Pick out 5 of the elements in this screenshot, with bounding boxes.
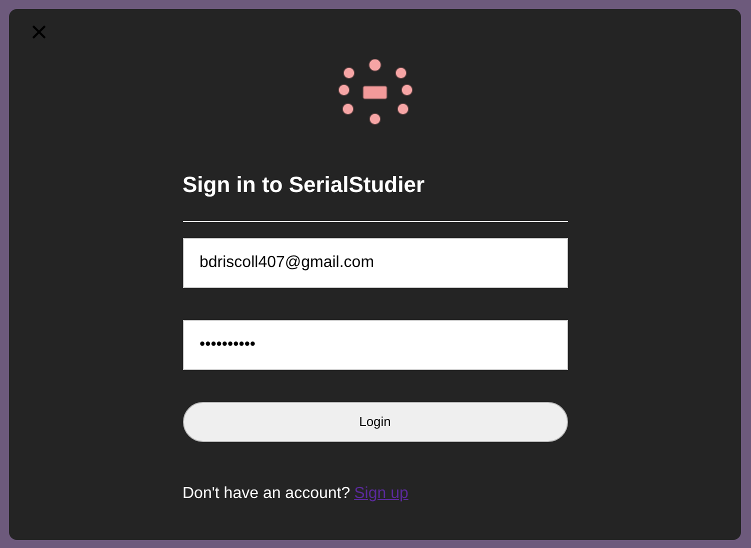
password-field[interactable]: •••••••••• (182, 320, 568, 370)
sign-in-title: Sign in to SerialStudier (182, 171, 426, 199)
signup-prompt: Don't have an account? (182, 484, 350, 504)
email-field[interactable]: bdriscoll407@gmail.com (182, 238, 568, 288)
login-button[interactable]: Login (182, 402, 568, 442)
